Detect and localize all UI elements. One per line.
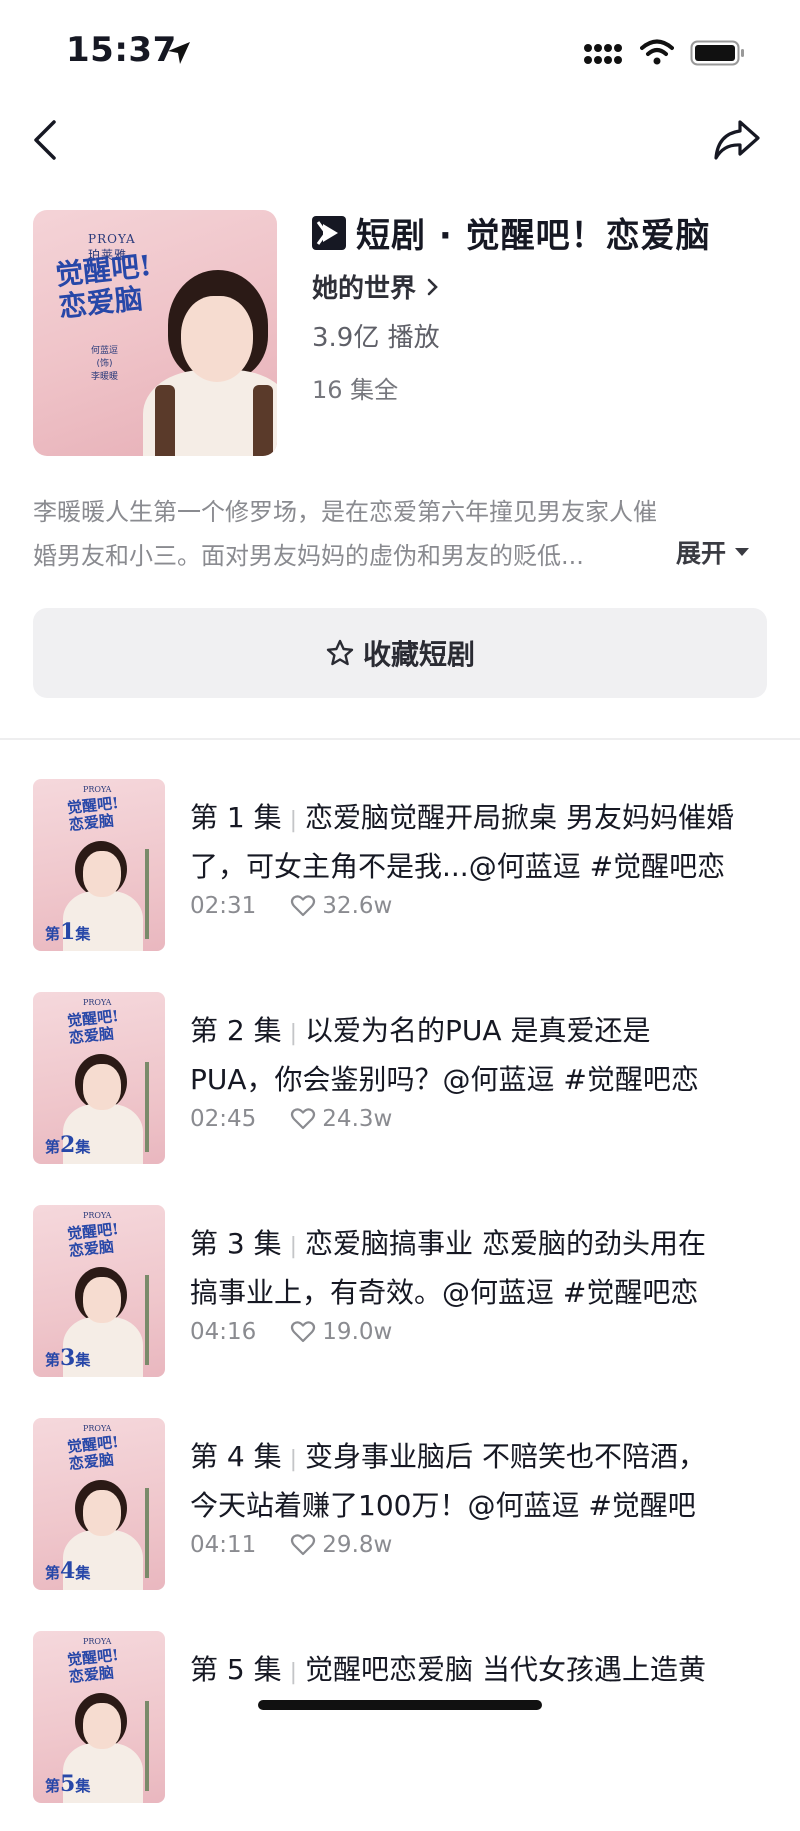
heart-outline-icon xyxy=(291,1534,316,1556)
expand-button[interactable]: 展开 xyxy=(676,534,752,570)
chevron-left-icon xyxy=(34,120,56,160)
status-time: 15:37 xyxy=(66,30,177,70)
caret-down-icon xyxy=(735,548,750,556)
chevron-right-icon xyxy=(427,278,438,295)
location-arrow-icon xyxy=(166,40,192,70)
cover-cast: 何蓝逗 (饰) 李暖暖 xyxy=(91,346,119,382)
share-arrow-icon xyxy=(714,120,760,160)
episode-likes: 19.0w xyxy=(322,1319,393,1345)
episode-number: 第 5 集 xyxy=(190,1653,282,1686)
section-divider xyxy=(0,738,800,740)
wifi-icon xyxy=(640,38,674,70)
episode-item[interactable]: PROYA 觉醒吧!恋爱脑 第2集第 2 集 | 以爱为名的PUA 是真爱还是 PUA，你… xyxy=(0,992,800,1192)
episode-title: 第 5 集 | 觉醒吧恋爱脑 当代女孩遇上造黄 xyxy=(190,1653,706,1686)
author-link[interactable]: 她的世界 xyxy=(312,268,444,305)
episode-likes: 24.3w xyxy=(322,1106,393,1132)
episode-badge: 第3集 xyxy=(45,1345,91,1371)
drama-title-text: 短剧 · 觉醒吧！恋爱脑 xyxy=(356,216,711,256)
episode-badge: 第1集 xyxy=(45,919,91,945)
episode-number: 第 1 集 xyxy=(190,801,282,834)
episode-duration: 04:11 xyxy=(190,1532,257,1558)
episode-item[interactable]: PROYA 觉醒吧!恋爱脑 第3集第 3 集 | 恋爱脑搞事业 恋爱脑的劲头用在 搞事业上… xyxy=(0,1205,800,1405)
episode-likes: 29.8w xyxy=(322,1532,393,1558)
heart-outline-icon xyxy=(291,1108,316,1130)
back-button[interactable] xyxy=(30,118,70,166)
share-button[interactable] xyxy=(712,118,768,166)
episode-number: 第 3 集 xyxy=(190,1227,282,1260)
episode-duration: 04:16 xyxy=(190,1319,257,1345)
episode-badge: 第4集 xyxy=(45,1558,91,1584)
episode-meta: 02:31 32.6w xyxy=(190,893,392,919)
episode-title: 第 4 集 | 变身事业脑后 不赔笑也不陪酒， 今天站着赚了100万！@何蓝逗 #觉醒… xyxy=(190,1440,706,1522)
heart-outline-icon xyxy=(291,1321,316,1343)
episode-title: 第 1 集 | 恋爱脑觉醒开局掀桌 男友妈妈催婚 了，可女主角不是我...@何蓝逗 #… xyxy=(190,801,734,883)
drama-cover-image[interactable]: PROYA 珀莱雅 觉醒吧!恋爱脑 何蓝逗 (饰) 李暖暖 xyxy=(33,210,277,456)
episode-thumbnail[interactable]: PROYA 觉醒吧!恋爱脑 第3集 xyxy=(33,1205,165,1377)
episode-likes: 32.6w xyxy=(322,893,393,919)
episode-number: 第 4 集 xyxy=(190,1440,282,1473)
episode-meta: 04:16 19.0w xyxy=(190,1319,392,1345)
episode-meta: 04:11 29.8w xyxy=(190,1532,392,1558)
episode-duration: 02:31 xyxy=(190,893,257,919)
episode-thumbnail[interactable]: PROYA 觉醒吧!恋爱脑 第1集 xyxy=(33,779,165,951)
episode-badge: 第2集 xyxy=(45,1132,91,1158)
episode-title: 第 3 集 | 恋爱脑搞事业 恋爱脑的劲头用在 搞事业上，有奇效。@何蓝逗 #觉醒吧恋 xyxy=(190,1227,706,1309)
episode-duration: 02:45 xyxy=(190,1106,257,1132)
episode-item[interactable]: PROYA 觉醒吧!恋爱脑 第1集第 1 集 | 恋爱脑觉醒开局掀桌 男友妈妈催婚 了，可… xyxy=(0,779,800,979)
episode-meta: 02:45 24.3w xyxy=(190,1106,392,1132)
author-name: 她的世界 xyxy=(312,274,417,304)
cover-title: 觉醒吧!恋爱脑 xyxy=(53,248,154,324)
drama-title: 短剧 · 觉醒吧！恋爱脑 xyxy=(312,208,711,257)
favorite-drama-button[interactable]: 收藏短剧 xyxy=(33,608,767,698)
play-count: 3.9亿 播放 xyxy=(312,323,440,353)
cellular-signal-icon xyxy=(583,42,625,70)
home-indicator[interactable] xyxy=(258,1700,542,1710)
drama-description: 李暖暖人生第一个修罗场，是在恋爱第六年撞见男友家人催 婚男友和小三。面对男友妈妈… xyxy=(33,498,657,570)
episode-thumbnail[interactable]: PROYA 觉醒吧!恋爱脑 第2集 xyxy=(33,992,165,1164)
star-outline-icon xyxy=(326,639,354,666)
episode-title: 第 2 集 | 以爱为名的PUA 是真爱还是 PUA，你会鉴别吗？@何蓝逗 #觉醒吧恋 xyxy=(190,1014,699,1096)
episode-number: 第 2 集 xyxy=(190,1014,282,1047)
episode-badge: 第5集 xyxy=(45,1771,91,1797)
battery-icon xyxy=(690,40,746,70)
episode-item[interactable]: PROYA 觉醒吧!恋爱脑 第4集第 4 集 | 变身事业脑后 不赔笑也不陪酒， 今天站着… xyxy=(0,1418,800,1618)
episode-count: 16 集全 xyxy=(312,376,399,404)
episode-thumbnail[interactable]: PROYA 觉醒吧!恋爱脑 第4集 xyxy=(33,1418,165,1590)
heart-outline-icon xyxy=(291,895,316,917)
episode-item[interactable]: PROYA 觉醒吧!恋爱脑 第5集第 5 集 | 觉醒吧恋爱脑 当代女孩遇上造黄 xyxy=(0,1631,800,1831)
short-drama-play-icon xyxy=(312,215,346,250)
episode-thumbnail[interactable]: PROYA 觉醒吧!恋爱脑 第5集 xyxy=(33,1631,165,1803)
